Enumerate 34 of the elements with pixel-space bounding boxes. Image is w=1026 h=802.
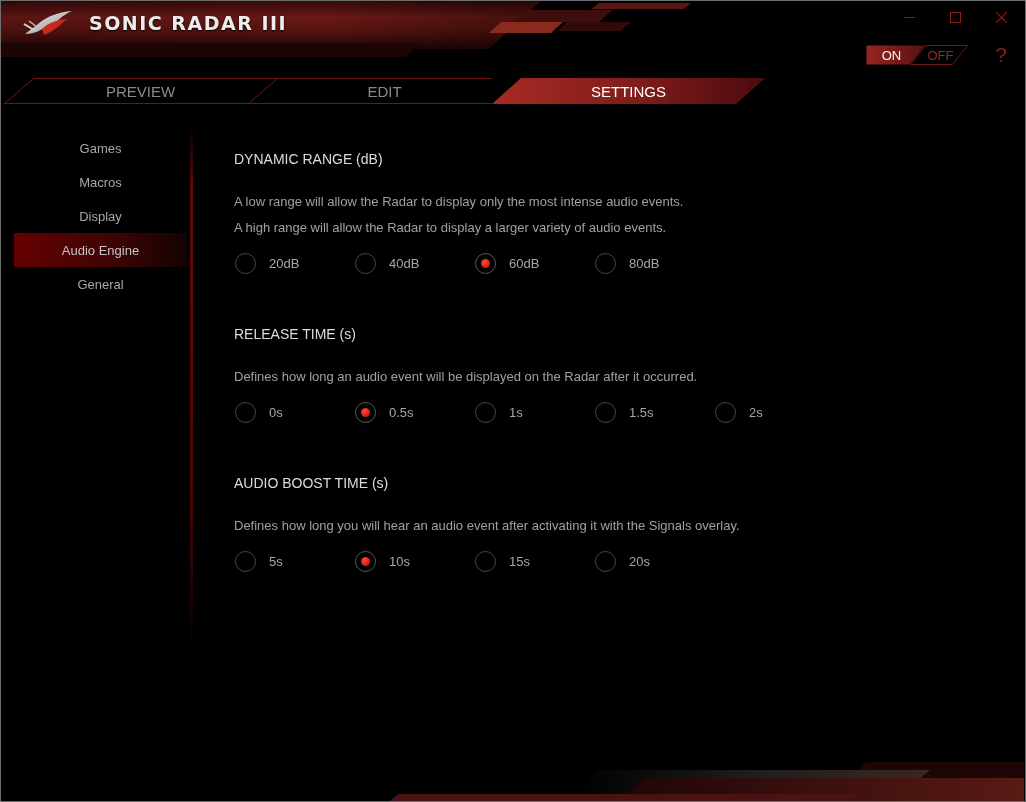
tab[interactable]: PREVIEW <box>4 78 248 104</box>
toggle-option[interactable]: ON <box>866 45 925 65</box>
minimize-icon <box>903 16 915 18</box>
radio-option[interactable]: 0s <box>235 402 355 423</box>
sidebar-item[interactable]: Games <box>14 131 187 165</box>
radio-option[interactable]: 2s <box>715 402 835 423</box>
app-title: SONIC RADAR III <box>89 12 288 34</box>
tab[interactable]: SETTINGS <box>492 78 765 104</box>
section-title: DYNAMIC RANGE (dB) <box>234 151 384 168</box>
radio-option[interactable]: 20dB <box>235 253 355 274</box>
tab[interactable]: EDIT <box>248 78 492 104</box>
logo-icon <box>23 10 73 38</box>
maximize-icon <box>949 11 961 23</box>
sidebar-item[interactable]: General <box>14 267 187 301</box>
radio-option[interactable]: 5s <box>235 551 355 572</box>
close-icon <box>995 11 1007 23</box>
radio-option[interactable]: 15s <box>475 551 595 572</box>
radio-option[interactable]: 60dB <box>475 253 595 274</box>
sidebar-item[interactable]: Audio Engine <box>14 233 187 267</box>
sidebar-item[interactable]: Display <box>14 199 187 233</box>
section-title: AUDIO BOOST TIME (s) <box>234 475 390 492</box>
description-text: A low range will allow the Radar to display only the most intense audio events. <box>234 193 685 211</box>
radio-option[interactable]: 40dB <box>355 253 475 274</box>
radio-option[interactable]: 20s <box>595 551 715 572</box>
radio-option[interactable]: 10s <box>355 551 475 572</box>
radio-option[interactable]: 0.5s <box>355 402 475 423</box>
sidebar-item[interactable]: Macros <box>14 165 187 199</box>
description-text: Defines how long you will hear an audio event after activating it with the Signals overlay. <box>234 517 741 535</box>
radio-option[interactable]: 80dB <box>595 253 715 274</box>
radio-option[interactable]: 1.5s <box>595 402 715 423</box>
section-title: RELEASE TIME (s) <box>234 326 357 343</box>
description-text: A high range will allow the Radar to display a larger variety of audio events. <box>234 219 668 237</box>
description-text: Defines how long an audio event will be displayed on the Radar after it occurred. <box>234 368 699 386</box>
radio-option[interactable]: 1s <box>475 402 595 423</box>
